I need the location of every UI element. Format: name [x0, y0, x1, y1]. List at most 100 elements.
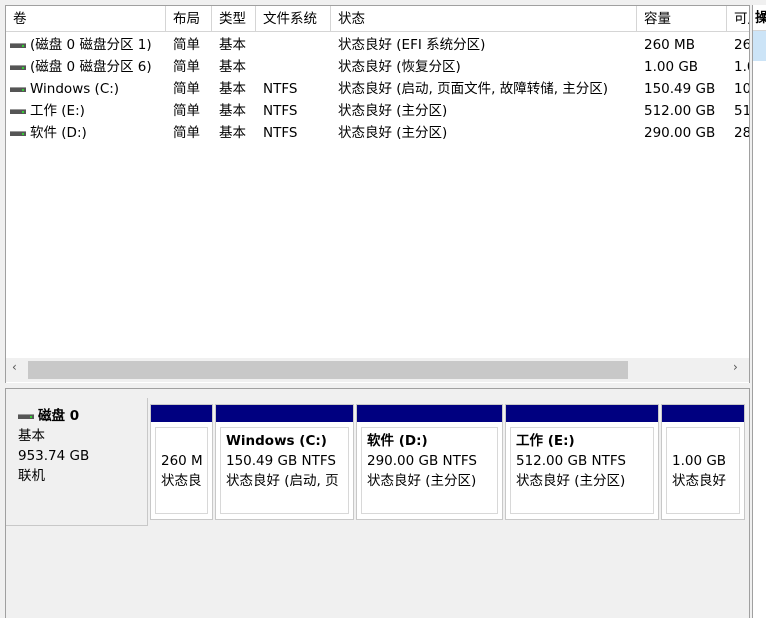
cell-text: 260 MB	[644, 37, 695, 53]
partition-bar	[662, 405, 744, 422]
disk-type: 基本	[18, 428, 45, 444]
cell-text: 工作 (E:)	[30, 103, 85, 119]
partition-title	[672, 431, 734, 451]
cell-layout: 简单	[166, 78, 212, 100]
cell-text: 软件 (D:)	[30, 125, 87, 141]
partition-block[interactable]: 工作 (E:) 512.00 GB NTFS 状态良好 (主分区)	[505, 404, 659, 520]
volume-icon	[10, 42, 26, 48]
actions-header: 操	[753, 5, 766, 31]
actions-selected-item[interactable]	[753, 31, 766, 61]
volume-row[interactable]: 软件 (D:) 简单 基本 NTFS 状态良好 (主分区) 290.00 GB 28	[6, 122, 749, 144]
column-free[interactable]: 可用	[727, 6, 749, 32]
volume-icon	[10, 86, 26, 92]
cell-text: NTFS	[263, 125, 298, 141]
cell-text: 基本	[219, 125, 246, 141]
partition-status: 状态良好	[672, 473, 726, 489]
cell-text: 1.0	[734, 59, 749, 75]
column-filesystem[interactable]: 文件系统	[256, 6, 331, 32]
cell-name: 软件 (D:)	[6, 122, 166, 144]
cell-text: 51	[734, 103, 750, 119]
cell-status: 状态良好 (启动, 页面文件, 故障转储, 主分区)	[331, 78, 637, 100]
cell-text: 状态良好 (主分区)	[338, 125, 448, 141]
cell-name: Windows (C:)	[6, 78, 166, 100]
cell-free: 26	[727, 34, 750, 56]
partition-body: 工作 (E:) 512.00 GB NTFS 状态良好 (主分区)	[510, 427, 654, 514]
cell-text: 简单	[173, 37, 200, 53]
column-volume[interactable]: 卷	[6, 6, 166, 32]
column-headers: 卷 布局 类型 文件系统 状态 容量 可用	[6, 6, 749, 32]
cell-text: 基本	[219, 37, 246, 53]
disk-0-label[interactable]: 磁盘 0 基本 953.74 GB 联机	[6, 398, 148, 526]
cell-text: 150.49 GB	[644, 81, 716, 97]
partition-block[interactable]: 260 M 状态良	[150, 404, 213, 520]
partition-title: 软件 (D:)	[367, 433, 428, 449]
cell-status: 状态良好 (主分区)	[331, 122, 637, 144]
partition-size: 260 M	[161, 453, 203, 469]
volume-list: 卷 布局 类型 文件系统 状态 容量 可用 (磁盘 0 磁盘分区 1)简单基本状…	[5, 5, 750, 383]
partition-bar	[151, 405, 212, 422]
scroll-right-button[interactable]: ›	[733, 360, 738, 374]
volume-icon	[10, 64, 26, 70]
volume-icon	[10, 130, 26, 136]
cell-text: 状态良好 (启动, 页面文件, 故障转储, 主分区)	[338, 81, 609, 97]
cell-free: 51	[727, 100, 750, 122]
cell-text: 状态良好 (主分区)	[338, 103, 448, 119]
cell-name: (磁盘 0 磁盘分区 6)	[6, 56, 166, 78]
cell-text: 状态良好 (EFI 系统分区)	[338, 37, 486, 53]
column-capacity[interactable]: 容量	[637, 6, 727, 32]
partition-body: 260 M 状态良	[155, 427, 208, 514]
cell-text: (磁盘 0 磁盘分区 6)	[30, 59, 152, 75]
cell-text: 简单	[173, 125, 200, 141]
volume-row[interactable]: (磁盘 0 磁盘分区 6) 简单 基本 状态良好 (恢复分区) 1.00 GB 1.0	[6, 56, 749, 78]
cell-layout: 简单	[166, 122, 212, 144]
partition-status: 状态良好 (主分区)	[516, 473, 626, 489]
cell-capacity: 150.49 GB	[637, 78, 727, 100]
scroll-left-button[interactable]: ‹	[12, 360, 17, 374]
volume-row[interactable]: 工作 (E:) 简单 基本 NTFS 状态良好 (主分区) 512.00 GB 51	[6, 100, 749, 122]
cell-text: 28	[734, 125, 750, 141]
cell-text: 10	[734, 81, 750, 97]
partition-title	[161, 431, 202, 451]
partition-block[interactable]: 1.00 GB 状态良好	[661, 404, 745, 520]
disk-state: 联机	[18, 468, 45, 484]
cell-type: 基本	[212, 34, 256, 56]
volume-icon	[10, 108, 26, 114]
scrollbar-thumb[interactable]	[28, 361, 628, 379]
cell-free: 28	[727, 122, 750, 144]
partition-block[interactable]: 软件 (D:) 290.00 GB NTFS 状态良好 (主分区)	[356, 404, 503, 520]
cell-fs: NTFS	[256, 122, 331, 144]
volume-row[interactable]: (磁盘 0 磁盘分区 1) 简单 基本 状态良好 (EFI 系统分区) 260 MB 26	[6, 34, 749, 56]
partition-status: 状态良好 (启动, 页	[226, 473, 339, 489]
horizontal-scrollbar[interactable]: ‹ ›	[6, 358, 749, 382]
cell-status: 状态良好 (恢复分区)	[331, 56, 637, 78]
cell-text: 状态良好 (恢复分区)	[338, 59, 461, 75]
partition-bar	[357, 405, 502, 422]
cell-text: 512.00 GB	[644, 103, 716, 119]
cell-text: 简单	[173, 103, 200, 119]
partition-size: 512.00 GB NTFS	[516, 453, 626, 469]
column-layout[interactable]: 布局	[166, 6, 212, 32]
actions-pane: 操	[752, 5, 766, 618]
cell-fs: NTFS	[256, 100, 331, 122]
cell-layout: 简单	[166, 100, 212, 122]
partition-bar	[216, 405, 353, 422]
disk-name: 磁盘 0	[38, 408, 80, 424]
partition-block[interactable]: Windows (C:) 150.49 GB NTFS 状态良好 (启动, 页	[215, 404, 354, 520]
cell-fs	[256, 34, 331, 56]
partition-title: 工作 (E:)	[516, 433, 575, 449]
cell-text: 1.00 GB	[644, 59, 699, 75]
column-status[interactable]: 状态	[331, 6, 637, 32]
cell-text: 26	[734, 37, 750, 53]
cell-status: 状态良好 (主分区)	[331, 100, 637, 122]
partition-size: 1.00 GB	[672, 453, 727, 469]
cell-text: 基本	[219, 81, 246, 97]
cell-fs	[256, 56, 331, 78]
partition-size: 290.00 GB NTFS	[367, 453, 477, 469]
cell-text: 简单	[173, 59, 200, 75]
column-type[interactable]: 类型	[212, 6, 256, 32]
partition-body: 1.00 GB 状态良好	[666, 427, 740, 514]
cell-text: NTFS	[263, 103, 298, 119]
cell-text: 290.00 GB	[644, 125, 716, 141]
cell-type: 基本	[212, 122, 256, 144]
volume-row[interactable]: Windows (C:) 简单 基本 NTFS 状态良好 (启动, 页面文件, 故障转储…	[6, 78, 749, 100]
